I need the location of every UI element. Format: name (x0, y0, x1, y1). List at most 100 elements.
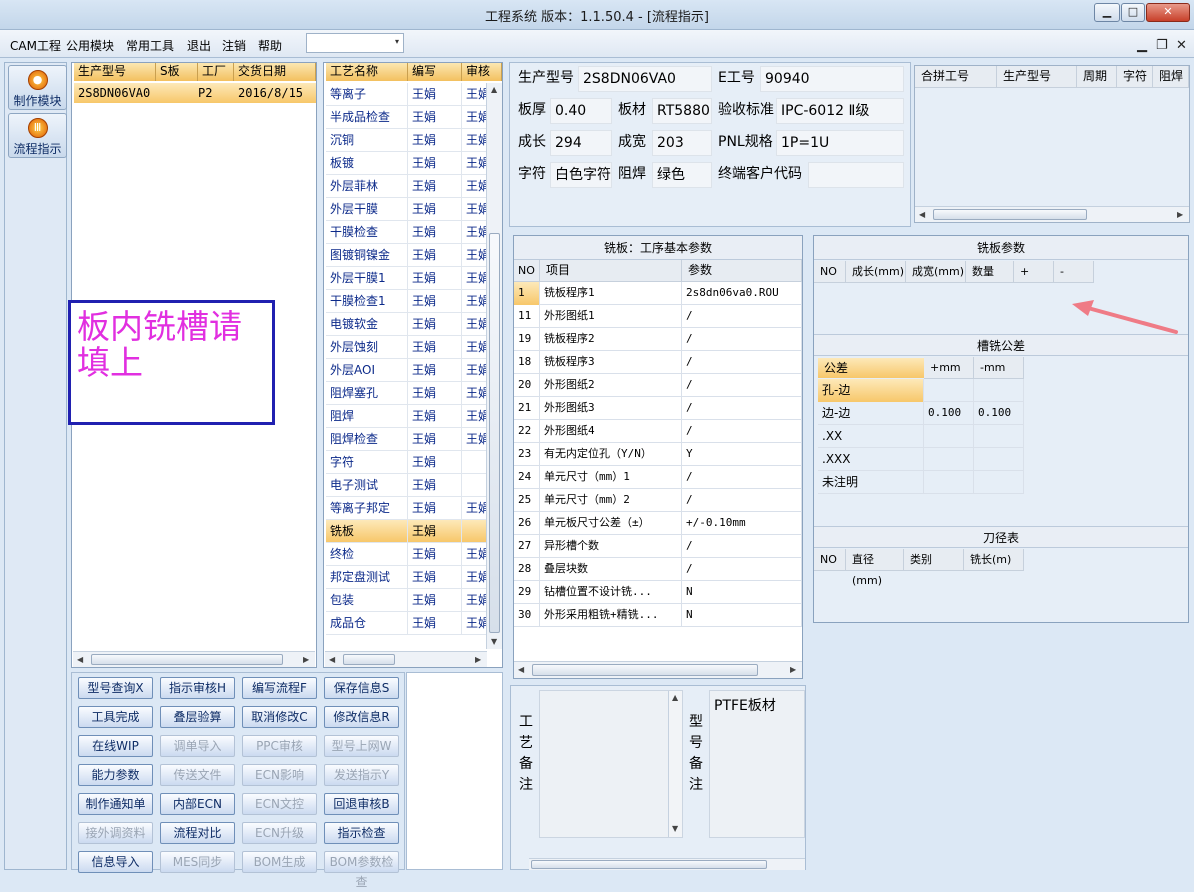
orders-header-date[interactable]: 交货日期 (234, 63, 316, 81)
table-row[interactable]: 30 外形采用粗铣+精铣... N (514, 604, 802, 627)
action-button[interactable]: 发送指示Y (324, 764, 399, 786)
table-row[interactable]: 19 铣板程序2/ (514, 328, 802, 351)
table-row[interactable]: 29 钻槽位置不设计铣... N (514, 581, 802, 604)
table-row[interactable]: 电子测试 王娟 (326, 474, 486, 497)
action-button[interactable]: 调单导入 (160, 735, 235, 757)
mill-header-no[interactable]: NO (814, 261, 846, 283)
model-remark-field[interactable]: PTFE板材 (709, 690, 805, 838)
table-row[interactable]: 外层干膜王娟王娟 (326, 198, 486, 221)
process-remark-field[interactable]: ▲ ▼ (539, 690, 683, 838)
process-hscroll[interactable]: ◀ ▶ (325, 651, 487, 667)
table-row[interactable]: 28 叠层块数 / (514, 558, 802, 581)
table-row[interactable]: 22 外形图纸4/ (514, 420, 802, 443)
action-button[interactable]: 流程对比 (160, 822, 235, 844)
nav-flow-instruction[interactable]: Ⅲ 流程指示 (8, 113, 67, 158)
mill-header-plus[interactable]: + (1014, 261, 1054, 283)
table-row[interactable]: 20 外形图纸2/ (514, 374, 802, 397)
action-button[interactable]: ECN文控 (242, 793, 317, 815)
table-row[interactable]: 23 有无内定位孔（Y/N） Y (514, 443, 802, 466)
action-button[interactable]: 传送文件 (160, 764, 235, 786)
menu-common-module[interactable]: 公用模块 (66, 37, 114, 54)
menu-logout[interactable]: 注销 (222, 37, 246, 54)
action-button[interactable]: 制作通知单 (78, 793, 153, 815)
table-row[interactable]: 字符 王娟 (326, 451, 486, 474)
pnl-field[interactable]: 1P=1U (776, 130, 904, 156)
table-row[interactable]: 阻焊塞孔王娟王娟 (326, 382, 486, 405)
slot-header-plus[interactable]: +mm (924, 357, 974, 379)
mask-field[interactable]: 绿色 (652, 162, 712, 188)
action-button[interactable]: 信息导入 (78, 851, 153, 873)
action-button[interactable]: ECN影响 (242, 764, 317, 786)
action-button[interactable]: PPC审核 (242, 735, 317, 757)
action-button[interactable]: 能力参数 (78, 764, 153, 786)
table-row[interactable]: 等离子邦定王娟王娟 (326, 497, 486, 520)
orders-hscroll[interactable]: ◀ ▶ (73, 651, 315, 667)
mill-header-length[interactable]: 成长(mm) (846, 261, 906, 283)
thick-field[interactable]: 0.40 (550, 98, 612, 124)
params-hscroll[interactable]: ◀ ▶ (514, 661, 802, 678)
table-row[interactable]: 孔-边 (818, 379, 1024, 402)
eno-field[interactable]: 90940 (760, 66, 904, 92)
mdi-restore-icon[interactable]: ❐ (1156, 38, 1168, 53)
table-row[interactable]: 未注明 (818, 471, 1024, 494)
action-button[interactable]: BOM生成 (242, 851, 317, 873)
mdi-close-icon[interactable]: ✕ (1176, 38, 1187, 53)
model-field[interactable]: 2S8DN06VA0 (578, 66, 712, 92)
table-row[interactable]: 外层AOI王娟王娟 (326, 359, 486, 382)
table-row[interactable]: 边-边 0.100 0.100 (818, 402, 1024, 425)
table-row[interactable]: 外层干膜1王娟王娟 (326, 267, 486, 290)
orders-header-sboard[interactable]: S板 (156, 63, 198, 81)
action-button[interactable]: MES同步 (160, 851, 235, 873)
table-row[interactable]: 电镀软金王娟王娟 (326, 313, 486, 336)
table-row[interactable]: 干膜检查王娟王娟 (326, 221, 486, 244)
remarks-hscroll[interactable] (529, 858, 805, 870)
table-row[interactable]: 包装王娟王娟 (326, 589, 486, 612)
table-row[interactable]: .XX (818, 425, 1024, 448)
table-row[interactable]: 图镀铜镍金王娟王娟 (326, 244, 486, 267)
mdi-minimize-icon[interactable]: ▁ (1137, 38, 1147, 53)
combine-header-silk[interactable]: 字符 (1117, 66, 1153, 88)
table-row[interactable]: 等离子王娟王娟 (326, 83, 486, 106)
slot-header-minus[interactable]: -mm (974, 357, 1024, 379)
scroll-thumb[interactable] (489, 233, 500, 633)
remark-vscroll[interactable]: ▲ ▼ (668, 691, 682, 837)
orders-header-factory[interactable]: 工厂 (198, 63, 234, 81)
action-button[interactable]: 回退审核B (324, 793, 399, 815)
orders-header-model[interactable]: 生产型号 (74, 63, 156, 81)
cust-field[interactable] (808, 162, 904, 188)
process-header-writer[interactable]: 编写 (408, 63, 462, 81)
combine-header-eno[interactable]: 合拼工号 (915, 66, 997, 88)
table-row[interactable]: 沉铜王娟王娟 (326, 129, 486, 152)
material-field[interactable]: RT5880 (652, 98, 712, 124)
table-row[interactable]: .XXX (818, 448, 1024, 471)
table-row[interactable]: 邦定盘测试王娟王娟 (326, 566, 486, 589)
action-button[interactable]: 保存信息S (324, 677, 399, 699)
table-row[interactable]: 铣板 王娟 (326, 520, 486, 543)
params-header-no[interactable]: NO (514, 260, 540, 282)
action-button[interactable]: 指示审核H (160, 677, 235, 699)
table-row[interactable]: 终检王娟王娟 (326, 543, 486, 566)
combine-hscroll[interactable]: ◀ ▶ (915, 206, 1189, 222)
mill-header-minus[interactable]: - (1054, 261, 1094, 283)
slot-header-tol[interactable]: 公差 (818, 358, 924, 378)
combine-header-mask[interactable]: 阻焊 (1153, 66, 1189, 88)
tools-header-mill-length[interactable]: 铣长(m) (964, 549, 1024, 571)
scroll-thumb[interactable] (91, 654, 283, 665)
action-button[interactable]: 修改信息R (324, 706, 399, 728)
maximize-button[interactable]: □ (1121, 3, 1145, 22)
tools-header-no[interactable]: NO (814, 549, 846, 571)
menu-combo-box[interactable]: ▾ (306, 33, 404, 53)
menu-exit[interactable]: 退出 (187, 37, 211, 54)
action-button[interactable]: 叠层验算 (160, 706, 235, 728)
scroll-thumb[interactable] (933, 209, 1087, 220)
close-button[interactable]: ✕ (1146, 3, 1190, 22)
table-row[interactable]: 成品仓王娟王娟 (326, 612, 486, 635)
tools-header-type[interactable]: 类别 (904, 549, 964, 571)
process-header-reviewer[interactable]: 审核 (462, 63, 502, 81)
tools-header-diameter[interactable]: 直径(mm) (846, 549, 904, 587)
silk-field[interactable]: 白色字符 (550, 162, 612, 188)
table-row[interactable]: 11 外形图纸1/ (514, 305, 802, 328)
std-field[interactable]: IPC-6012 Ⅱ级 (776, 98, 904, 124)
table-row[interactable]: 25 单元尺寸（mm）2/ (514, 489, 802, 512)
mill-header-qty[interactable]: 数量 (966, 261, 1014, 283)
